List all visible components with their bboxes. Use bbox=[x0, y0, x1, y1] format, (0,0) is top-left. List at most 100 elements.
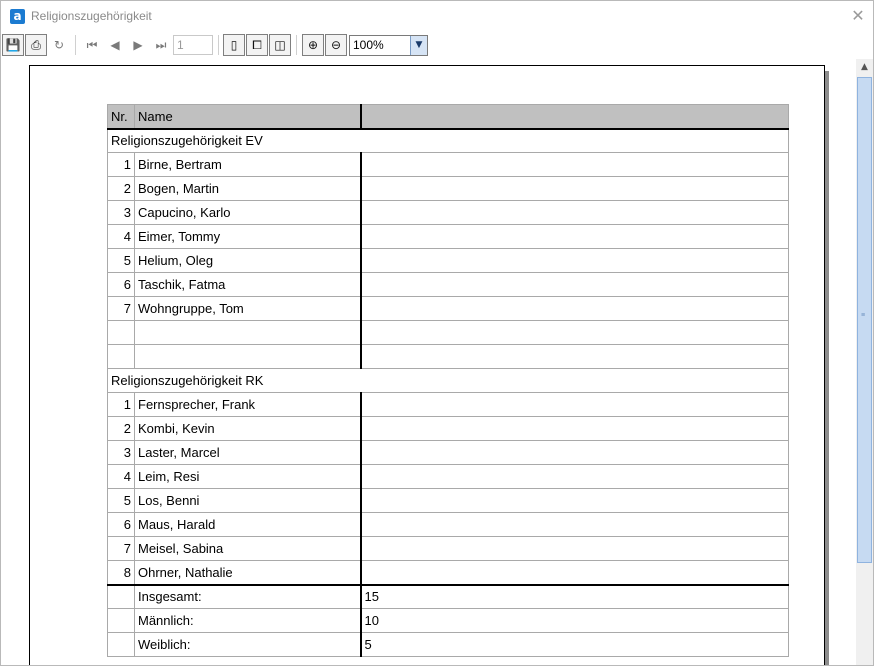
row-name: Laster, Marcel bbox=[134, 440, 362, 465]
summary-value: 10 bbox=[360, 608, 789, 633]
app-logo-icon: a bbox=[10, 9, 25, 24]
first-page-icon: ⏮ bbox=[86, 38, 98, 52]
table-row: 3 Laster, Marcel bbox=[107, 440, 789, 465]
row-extra bbox=[360, 464, 789, 489]
row-name: Wohngruppe, Tom bbox=[134, 296, 362, 321]
group-title: Religionszugehörigkeit RK bbox=[107, 368, 789, 393]
table-row: 6 Maus, Harald bbox=[107, 512, 789, 537]
title-bar: a Religionszugehörigkeit ✕ bbox=[1, 1, 873, 32]
zoom-out-icon: ⊖ bbox=[330, 38, 342, 52]
first-page-button[interactable]: ⏮ bbox=[81, 34, 103, 56]
row-name: Ohrner, Nathalie bbox=[134, 560, 362, 585]
row-name: Fernsprecher, Frank bbox=[134, 392, 362, 417]
table-row: 7 Meisel, Sabina bbox=[107, 536, 789, 561]
table-row: 7 Wohngruppe, Tom bbox=[107, 296, 789, 321]
close-button[interactable]: ✕ bbox=[847, 6, 869, 28]
table-row bbox=[107, 344, 789, 369]
row-extra bbox=[360, 200, 789, 225]
summary-blank bbox=[107, 632, 135, 657]
whole-page-view-button[interactable]: ◫ bbox=[269, 34, 291, 56]
refresh-icon: ↻ bbox=[53, 38, 65, 52]
row-name: Kombi, Kevin bbox=[134, 416, 362, 441]
row-extra bbox=[360, 392, 789, 417]
save-button[interactable]: 💾 bbox=[2, 34, 24, 56]
vertical-scrollbar[interactable]: ▲ ≡ bbox=[856, 59, 873, 665]
summary-blank bbox=[107, 608, 135, 633]
row-number: 5 bbox=[107, 248, 135, 273]
row-name: Taschik, Fatma bbox=[134, 272, 362, 297]
column-header-name: Name bbox=[134, 104, 362, 130]
zoom-select[interactable]: 100% ▼ bbox=[349, 35, 428, 56]
row-number: 4 bbox=[107, 224, 135, 249]
zoom-in-button[interactable]: ⊕ bbox=[302, 34, 324, 56]
summary-value: 5 bbox=[360, 632, 789, 657]
page-width-icon: ⧠ bbox=[252, 38, 262, 52]
chevron-down-icon[interactable]: ▼ bbox=[410, 36, 427, 55]
row-name: Birne, Bertram bbox=[134, 152, 362, 177]
table-row: 4 Leim, Resi bbox=[107, 464, 789, 489]
report-table: Nr. Name Religionszugehörigkeit EV 1 Birne… bbox=[107, 104, 789, 657]
zoom-value: 100% bbox=[353, 38, 384, 52]
summary-label: Weiblich: bbox=[134, 632, 362, 657]
row-name: Eimer, Tommy bbox=[134, 224, 362, 249]
row-number: 2 bbox=[107, 416, 135, 441]
row-number: 1 bbox=[107, 152, 135, 177]
row-name: Los, Benni bbox=[134, 488, 362, 513]
row-number: 7 bbox=[107, 536, 135, 561]
last-page-button[interactable]: ⏭ bbox=[150, 34, 172, 56]
table-row: 5 Los, Benni bbox=[107, 488, 789, 513]
row-name: Meisel, Sabina bbox=[134, 536, 362, 561]
group-header-row: Religionszugehörigkeit RK bbox=[107, 368, 789, 393]
page-width-view-button[interactable]: ⧠ bbox=[246, 34, 268, 56]
row-number: 6 bbox=[107, 512, 135, 537]
scroll-grip-icon: ≡ bbox=[861, 312, 866, 319]
row-number bbox=[107, 344, 135, 369]
table-row: 5 Helium, Oleg bbox=[107, 248, 789, 273]
row-name: Helium, Oleg bbox=[134, 248, 362, 273]
report-preview-window: a Religionszugehörigkeit ✕ 💾 ⎙ ↻ ⏮ ◀ ▶ ⏭… bbox=[0, 0, 874, 666]
table-row: 2 Kombi, Kevin bbox=[107, 416, 789, 441]
print-button[interactable]: ⎙ bbox=[25, 34, 47, 56]
row-number: 7 bbox=[107, 296, 135, 321]
table-row: 8 Ohrner, Nathalie bbox=[107, 560, 789, 585]
refresh-button[interactable]: ↻ bbox=[48, 34, 70, 56]
row-number: 4 bbox=[107, 464, 135, 489]
toolbar-separator bbox=[296, 35, 297, 55]
row-name bbox=[134, 320, 362, 345]
group-title: Religionszugehörigkeit EV bbox=[107, 128, 789, 153]
row-extra bbox=[360, 512, 789, 537]
row-extra bbox=[360, 344, 789, 369]
one-page-view-button[interactable]: ▯ bbox=[223, 34, 245, 56]
table-row bbox=[107, 320, 789, 345]
previous-page-icon: ◀ bbox=[110, 38, 120, 52]
row-extra bbox=[360, 488, 789, 513]
scroll-up-icon[interactable]: ▲ bbox=[856, 59, 873, 76]
row-name: Maus, Harald bbox=[134, 512, 362, 537]
scroll-thumb[interactable]: ≡ bbox=[857, 77, 872, 563]
row-extra bbox=[360, 296, 789, 321]
row-extra bbox=[360, 248, 789, 273]
page-number-input[interactable]: 1 bbox=[173, 35, 213, 55]
next-page-button[interactable]: ▶ bbox=[127, 34, 149, 56]
row-extra bbox=[360, 272, 789, 297]
row-number: 5 bbox=[107, 488, 135, 513]
summary-label: Insgesamt: bbox=[134, 583, 362, 609]
row-extra bbox=[360, 440, 789, 465]
summary-value: 15 bbox=[360, 583, 789, 609]
summary-label: Männlich: bbox=[134, 608, 362, 633]
table-row: 6 Taschik, Fatma bbox=[107, 272, 789, 297]
row-number: 3 bbox=[107, 200, 135, 225]
summary-row: Insgesamt: 15 bbox=[107, 583, 789, 609]
zoom-out-button[interactable]: ⊖ bbox=[325, 34, 347, 56]
table-row: 2 Bogen, Martin bbox=[107, 176, 789, 201]
single-page-icon: ▯ bbox=[230, 38, 238, 52]
previous-page-button[interactable]: ◀ bbox=[104, 34, 126, 56]
row-number bbox=[107, 320, 135, 345]
row-name bbox=[134, 344, 362, 369]
whole-page-icon: ◫ bbox=[274, 38, 286, 52]
row-extra bbox=[360, 152, 789, 177]
table-row: 1 Birne, Bertram bbox=[107, 152, 789, 177]
window-title: Religionszugehörigkeit bbox=[31, 9, 152, 23]
row-extra bbox=[360, 320, 789, 345]
toolbar-separator bbox=[218, 35, 219, 55]
